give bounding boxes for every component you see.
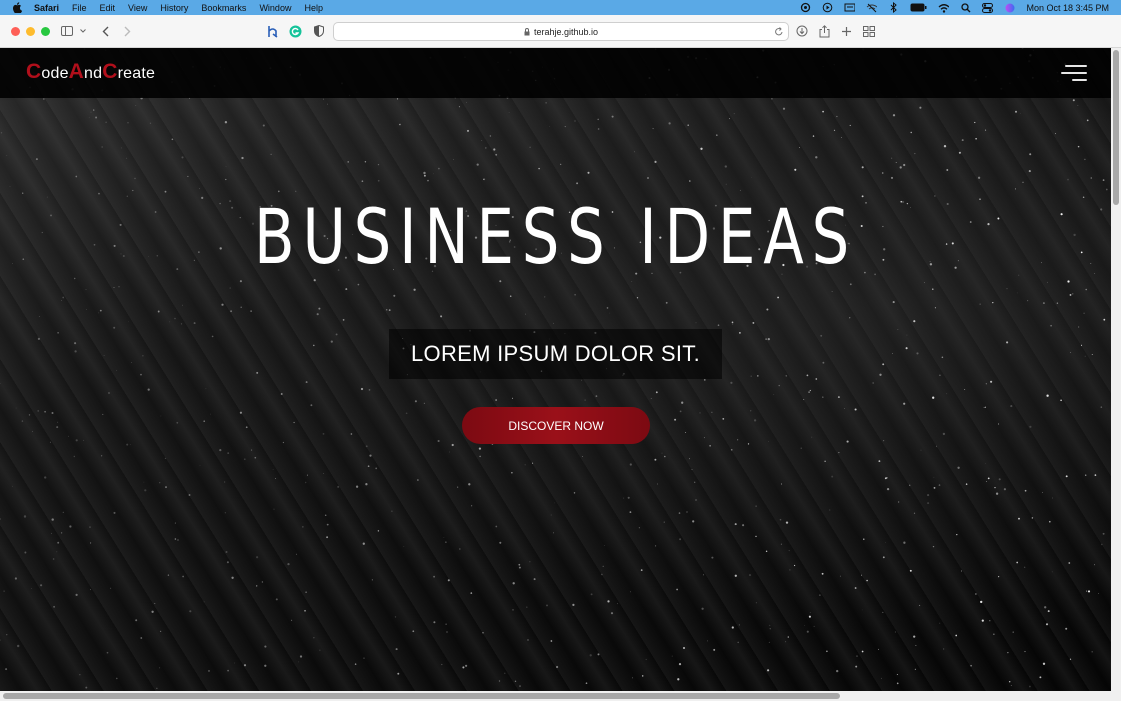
bluetooth-icon[interactable] <box>888 2 899 13</box>
sidebar-icon[interactable] <box>61 24 73 38</box>
siri-icon[interactable] <box>1004 3 1015 13</box>
logo-capital-letter: C <box>102 60 118 83</box>
address-bar[interactable]: terahje.github.io <box>333 22 789 41</box>
horizontal-scrollbar[interactable] <box>0 691 1121 701</box>
chevron-down-icon[interactable] <box>80 24 86 38</box>
zoom-window-button[interactable] <box>41 27 50 36</box>
reload-icon[interactable] <box>774 26 784 37</box>
logo-text: nd <box>84 65 103 82</box>
clock-datetime[interactable]: Mon Oct 18 3:45 PM <box>1026 3 1109 13</box>
menu-bookmarks[interactable]: Bookmarks <box>201 3 246 13</box>
downloads-icon[interactable] <box>796 24 808 38</box>
control-center-icon[interactable] <box>982 2 994 13</box>
privacy-shield-icon[interactable] <box>313 24 324 38</box>
vertical-scroll-thumb[interactable] <box>1113 50 1119 205</box>
browser-toolbar: terahje.github.io <box>0 15 1121 48</box>
site-header: CodeAndCreate <box>0 48 1111 98</box>
horizontal-scroll-thumb[interactable] <box>3 693 840 699</box>
display-icon[interactable] <box>844 3 856 13</box>
share-icon[interactable] <box>819 24 830 38</box>
spotlight-icon[interactable] <box>960 2 971 13</box>
menu-edit[interactable]: Edit <box>100 3 116 13</box>
apple-icon[interactable] <box>12 2 24 13</box>
logo-capital-letter: A <box>68 60 85 83</box>
hero-title: BUSINESS IDEAS <box>253 192 858 281</box>
lock-icon <box>524 27 530 36</box>
url-text: terahje.github.io <box>533 26 599 37</box>
forward-icon[interactable] <box>123 24 131 38</box>
vertical-scrollbar[interactable] <box>1111 48 1121 691</box>
menu-window[interactable]: Window <box>259 3 291 13</box>
close-window-button[interactable] <box>11 27 20 36</box>
window-controls <box>11 27 50 36</box>
back-icon[interactable] <box>101 24 109 38</box>
web-page-viewport: CodeAndCreate BUSINESS IDEAS LOREM IPSUM… <box>0 48 1111 691</box>
hamburger-menu-icon[interactable] <box>1061 65 1087 81</box>
new-tab-icon[interactable] <box>841 24 852 38</box>
tab-overview-icon[interactable] <box>863 24 875 38</box>
menu-file[interactable]: File <box>72 3 87 13</box>
battery-icon[interactable] <box>910 3 927 13</box>
hero-subtitle: LOREM IPSUM DOLOR SIT. <box>389 329 722 379</box>
site-logo[interactable]: CodeAndCreate <box>26 60 155 84</box>
focus-icon[interactable] <box>800 2 811 13</box>
logo-capital-letter: C <box>26 60 42 83</box>
logo-text: ode <box>41 65 69 82</box>
no-wifi-icon[interactable] <box>866 3 878 13</box>
menu-history[interactable]: History <box>160 3 188 13</box>
macos-menu-bar: Safari File Edit View History Bookmarks … <box>0 0 1121 15</box>
menu-view[interactable]: View <box>128 3 147 13</box>
extension-icon[interactable] <box>267 24 279 38</box>
discover-now-button[interactable]: DISCOVER NOW <box>462 407 650 444</box>
menu-help[interactable]: Help <box>304 3 323 13</box>
wifi-icon[interactable] <box>938 3 950 13</box>
grammarly-icon[interactable] <box>289 24 302 38</box>
minimize-window-button[interactable] <box>26 27 35 36</box>
logo-text: reate <box>117 65 156 82</box>
menu-app-name[interactable]: Safari <box>34 3 59 13</box>
play-icon[interactable] <box>822 2 833 13</box>
